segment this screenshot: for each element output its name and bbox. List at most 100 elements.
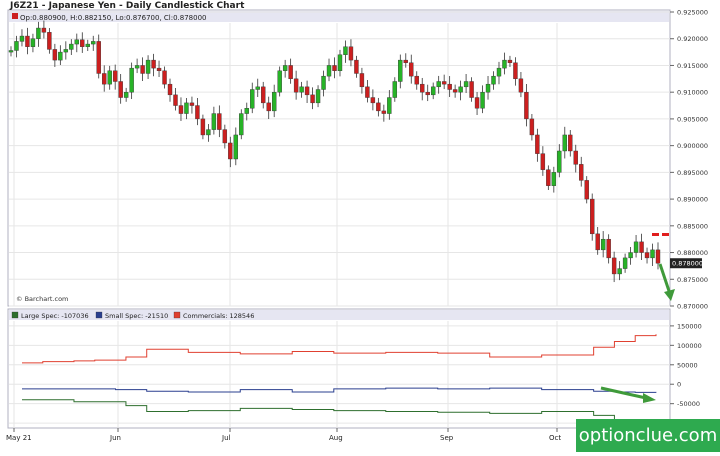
candle-body <box>502 59 507 69</box>
legend-label: Small Spec: -21510 <box>105 312 168 320</box>
credit-text: © Barchart.com <box>16 295 68 303</box>
cot-tick-label: 150000 <box>677 322 702 330</box>
candle-body <box>568 134 573 152</box>
candle-body <box>151 59 156 69</box>
price-tick-label: 0.920000 <box>677 35 708 43</box>
price-tick-label: 0.885000 <box>677 222 708 230</box>
candle-body <box>266 102 271 112</box>
x-tick-label: Aug <box>329 434 343 442</box>
candle-body <box>469 81 474 98</box>
legend-swatch <box>11 311 19 319</box>
candle-body <box>96 41 101 74</box>
candle-body <box>524 91 529 120</box>
legend-swatch <box>95 311 103 319</box>
candle-body <box>63 49 69 53</box>
ohlc-text: Op:0.880900, H:0.882150, Lo:0.876700, Cl… <box>20 14 207 22</box>
x-tick-label: Jun <box>109 434 121 442</box>
candlestick-chart: Op:0.880900, H:0.882150, Lo:0.876700, Cl… <box>0 0 720 452</box>
candle-body <box>310 94 315 104</box>
price-tick-label: 0.895000 <box>677 169 708 177</box>
candle-body <box>326 65 332 77</box>
candle-body <box>365 86 370 98</box>
candle-body <box>474 97 480 109</box>
candle-body <box>639 241 644 253</box>
candle-body <box>535 134 540 154</box>
price-tick-label: 0.905000 <box>677 115 708 123</box>
candle-body <box>156 67 162 72</box>
candle-body <box>354 59 359 74</box>
ohlc-swatch <box>12 13 18 19</box>
candle-body <box>195 105 200 120</box>
candle-body <box>200 118 206 136</box>
x-tick-label: Oct <box>549 434 561 442</box>
chart-stage: Op:0.880900, H:0.882150, Lo:0.876700, Cl… <box>0 0 720 452</box>
candle-body <box>655 249 661 264</box>
candle-body <box>590 198 595 235</box>
legend-swatch <box>173 311 181 319</box>
candle-body <box>579 164 584 181</box>
x-tick-label: Jul <box>221 434 231 442</box>
candle-body <box>491 75 496 85</box>
candle-body <box>261 86 266 104</box>
candle-body <box>321 75 326 90</box>
candle-body <box>293 78 299 93</box>
candle-body <box>178 105 184 114</box>
candle-body <box>573 150 578 165</box>
candle-body <box>650 249 655 259</box>
candle-body <box>617 268 622 275</box>
candle-body <box>414 75 419 85</box>
candle-body <box>343 46 348 55</box>
candle-body <box>480 91 485 109</box>
candle-body <box>392 81 398 98</box>
candle-body <box>430 86 436 96</box>
candle-body <box>557 150 562 173</box>
candle-body <box>485 83 491 93</box>
x-tick-label: May 21 <box>6 434 32 442</box>
candle-body <box>387 97 392 114</box>
candle-body <box>123 91 129 98</box>
candle-body <box>304 86 310 96</box>
cot-tick-label: 0 <box>677 381 681 389</box>
candle-body <box>282 65 288 71</box>
candle-body <box>228 142 233 160</box>
candle-body <box>118 81 123 98</box>
candle-body <box>600 238 606 251</box>
x-tick-label: Sep <box>440 434 454 442</box>
candle-body <box>376 102 381 112</box>
last-price-label: 0.878000 <box>672 260 703 268</box>
candle-body <box>162 70 167 85</box>
candle-body <box>496 67 502 77</box>
candle-body <box>134 65 140 69</box>
candle-body <box>359 73 365 88</box>
candle-body <box>420 83 425 93</box>
candle-body <box>129 67 134 93</box>
candle-body <box>546 169 551 186</box>
candle-body <box>398 59 403 82</box>
price-tick-label: 0.910000 <box>677 89 708 97</box>
candle-body <box>91 41 96 45</box>
candle-body <box>436 81 441 88</box>
candle-body <box>518 78 524 93</box>
candle-body <box>370 97 376 104</box>
candle-body <box>332 65 337 71</box>
candle-body <box>47 32 52 50</box>
candle-body <box>562 134 567 152</box>
candle-body <box>85 43 90 47</box>
candle-body <box>58 51 63 61</box>
candle-body <box>447 83 452 90</box>
candle-body <box>74 39 79 45</box>
candle-body <box>513 62 518 80</box>
candle-body <box>271 91 277 112</box>
candle-body <box>233 134 239 160</box>
candle-body <box>222 129 228 144</box>
candle-body <box>507 59 513 63</box>
candle-body <box>30 38 36 47</box>
candle-body <box>315 89 321 104</box>
candle-body <box>337 54 343 72</box>
candle-body <box>584 180 589 200</box>
chart-title: J6Z21 - Japanese Yen - Daily Candlestick… <box>10 1 245 11</box>
candle-body <box>463 81 469 88</box>
candle-body <box>140 65 145 74</box>
candle-body <box>69 43 74 50</box>
candle-body <box>41 27 47 33</box>
